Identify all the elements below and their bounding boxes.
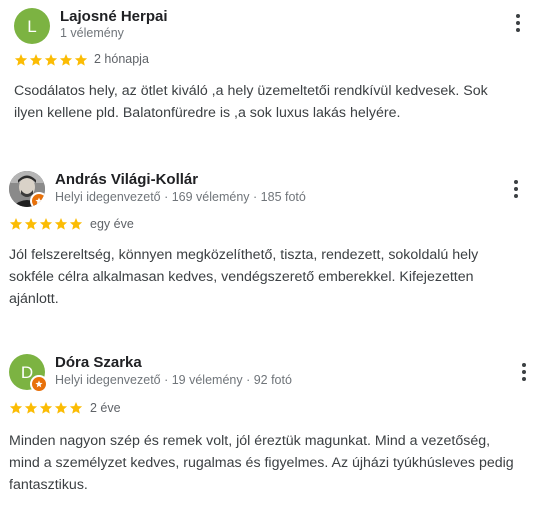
reviewer-meta: Helyi idegenvezető · 19 vélemény · 92 fo… [55, 373, 292, 387]
review-date: egy éve [90, 217, 134, 231]
more-options-icon[interactable] [506, 175, 526, 203]
reviewer-name[interactable]: András Világi-Kollár [55, 171, 198, 188]
more-options-icon[interactable] [508, 9, 528, 37]
star-icon [54, 218, 68, 230]
star-icon [59, 54, 73, 66]
star-rating [14, 53, 88, 67]
review-text: Jól felszereltség, könnyen megközelíthet… [9, 247, 479, 307]
star-icon [69, 402, 83, 414]
star-icon [44, 54, 58, 66]
review-text: Minden nagyon szép és remek volt, jól ér… [9, 433, 514, 493]
star-icon [39, 218, 53, 230]
star-icon [9, 402, 23, 414]
avatar[interactable]: D [9, 354, 48, 393]
star-icon [29, 54, 43, 66]
star-icon [9, 218, 23, 230]
review-date: 2 éve [90, 401, 121, 415]
star-rating [9, 217, 83, 231]
star-icon [74, 54, 88, 66]
star-icon [14, 54, 28, 66]
star-icon [69, 218, 83, 230]
avatar[interactable]: L [14, 8, 50, 44]
local-guide-badge-icon [30, 375, 48, 393]
more-options-icon[interactable] [514, 358, 534, 386]
reviewer-name[interactable]: Lajosné Herpai [60, 8, 168, 25]
star-rating [9, 401, 83, 415]
review-text: Csodálatos hely, az ötlet kiváló ,a hely… [14, 83, 488, 121]
avatar-letter: L [27, 16, 37, 36]
review-date: 2 hónapja [94, 52, 149, 66]
reviewer-meta: Helyi idegenvezető · 169 vélemény · 185 … [55, 190, 306, 204]
avatar[interactable] [9, 171, 45, 207]
star-icon [24, 402, 38, 414]
star-icon [24, 218, 38, 230]
star-icon [39, 402, 53, 414]
local-guide-badge-icon [30, 192, 45, 207]
star-icon [54, 402, 68, 414]
reviewer-meta: 1 vélemény [60, 26, 124, 40]
reviewer-name[interactable]: Dóra Szarka [55, 354, 142, 371]
